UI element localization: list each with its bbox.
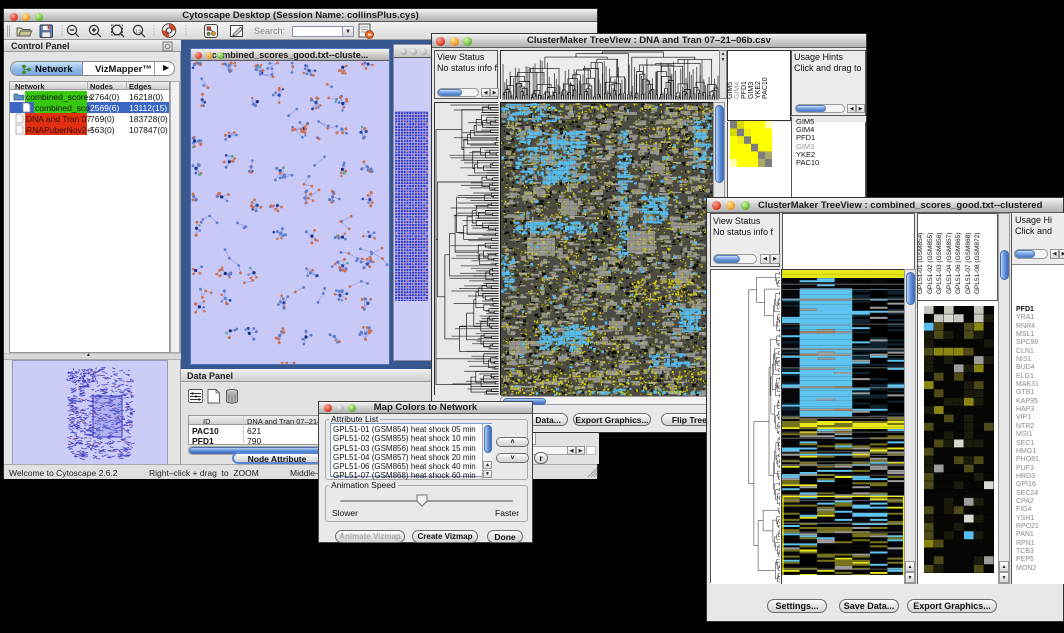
svg-text:Search:: Search: xyxy=(254,26,285,36)
svg-text:1:1: 1:1 xyxy=(135,28,142,33)
